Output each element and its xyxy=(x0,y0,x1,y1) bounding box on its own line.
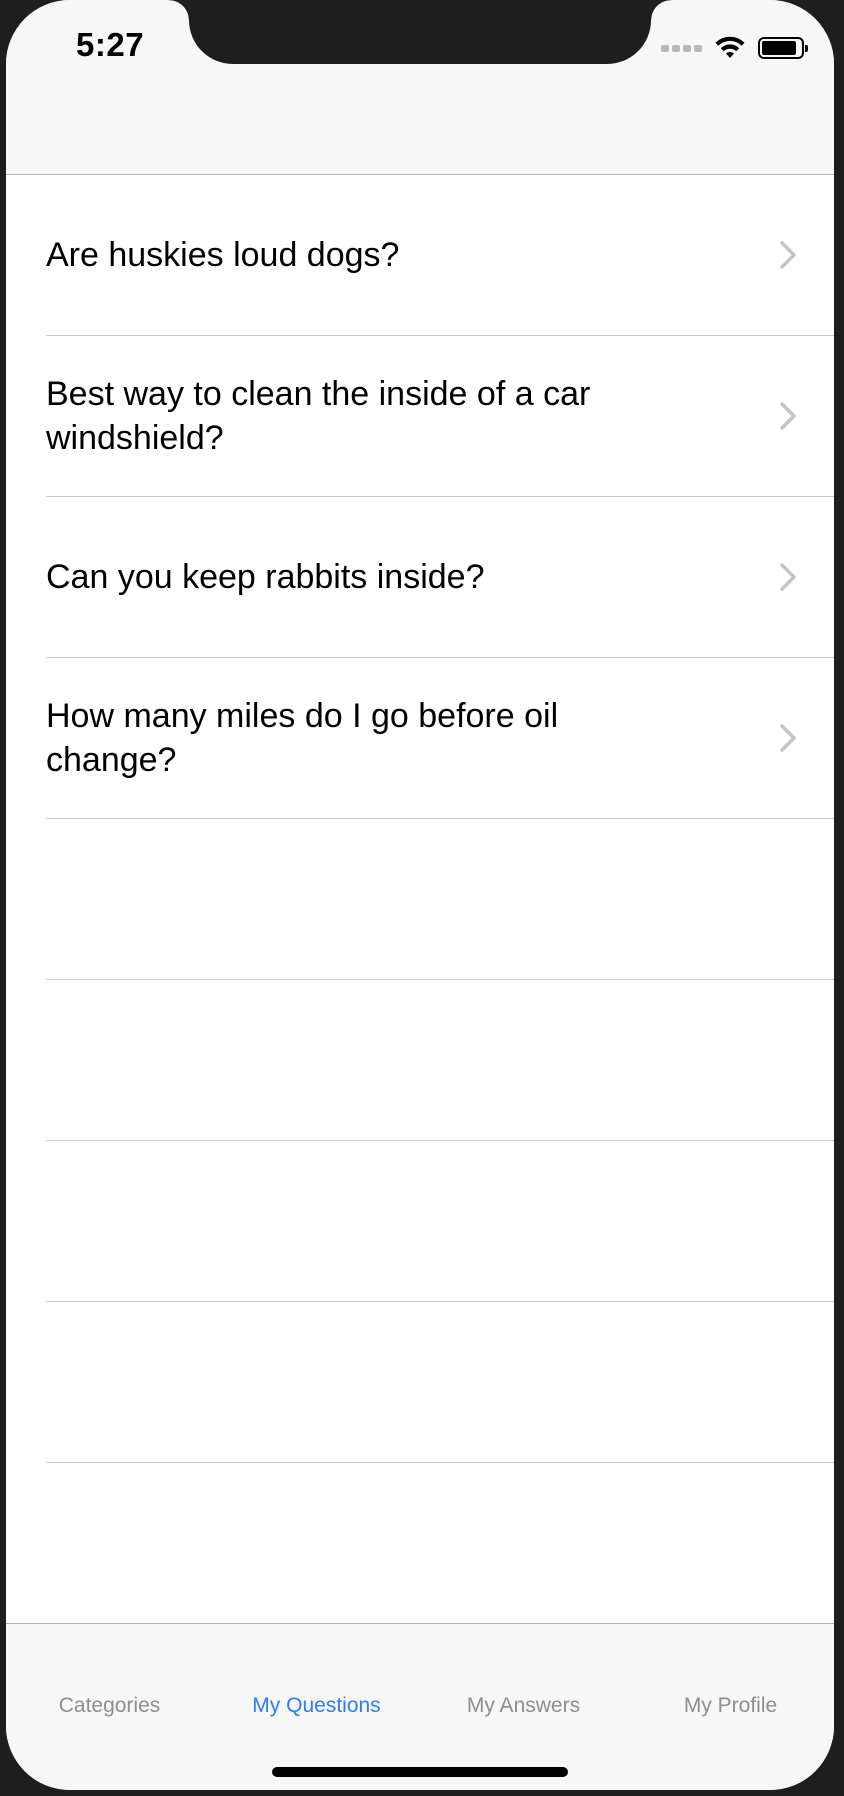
question-label: Can you keep rabbits inside? xyxy=(46,558,485,596)
question-row[interactable]: How many miles do I go before oil change… xyxy=(46,658,834,819)
question-row[interactable]: Can you keep rabbits inside? xyxy=(46,497,834,658)
phone-screen: 5:27 Are huskies loud dogs? Best way to … xyxy=(6,0,834,1790)
empty-row xyxy=(46,1302,834,1463)
battery-icon xyxy=(758,37,808,59)
tab-my-questions[interactable]: My Questions xyxy=(213,1694,420,1718)
tab-categories[interactable]: Categories xyxy=(6,1694,213,1718)
question-label: How many miles do I go before oil change… xyxy=(46,697,559,779)
tab-my-answers[interactable]: My Answers xyxy=(420,1694,627,1718)
status-time: 5:27 xyxy=(76,26,145,63)
home-indicator[interactable] xyxy=(272,1767,568,1777)
empty-row xyxy=(46,1141,834,1302)
device-notch xyxy=(169,0,671,64)
chevron-right-icon xyxy=(780,724,796,752)
chevron-right-icon xyxy=(780,241,796,269)
chevron-right-icon xyxy=(780,402,796,430)
status-icons xyxy=(661,34,808,62)
empty-row xyxy=(46,1463,834,1624)
questions-list: Are huskies loud dogs? Best way to clean… xyxy=(6,175,834,1624)
chevron-right-icon xyxy=(780,563,796,591)
question-row[interactable]: Best way to clean the inside of a car wi… xyxy=(46,336,834,497)
tab-my-profile[interactable]: My Profile xyxy=(627,1694,834,1718)
question-label: Best way to clean the inside of a car wi… xyxy=(46,375,591,457)
signal-icon xyxy=(661,44,702,52)
wifi-icon xyxy=(715,36,745,58)
question-row[interactable]: Are huskies loud dogs? xyxy=(46,175,834,336)
tab-bar: Categories My Questions My Answers My Pr… xyxy=(6,1623,834,1790)
empty-row xyxy=(46,980,834,1141)
empty-row xyxy=(46,819,834,980)
question-label: Are huskies loud dogs? xyxy=(46,236,400,274)
